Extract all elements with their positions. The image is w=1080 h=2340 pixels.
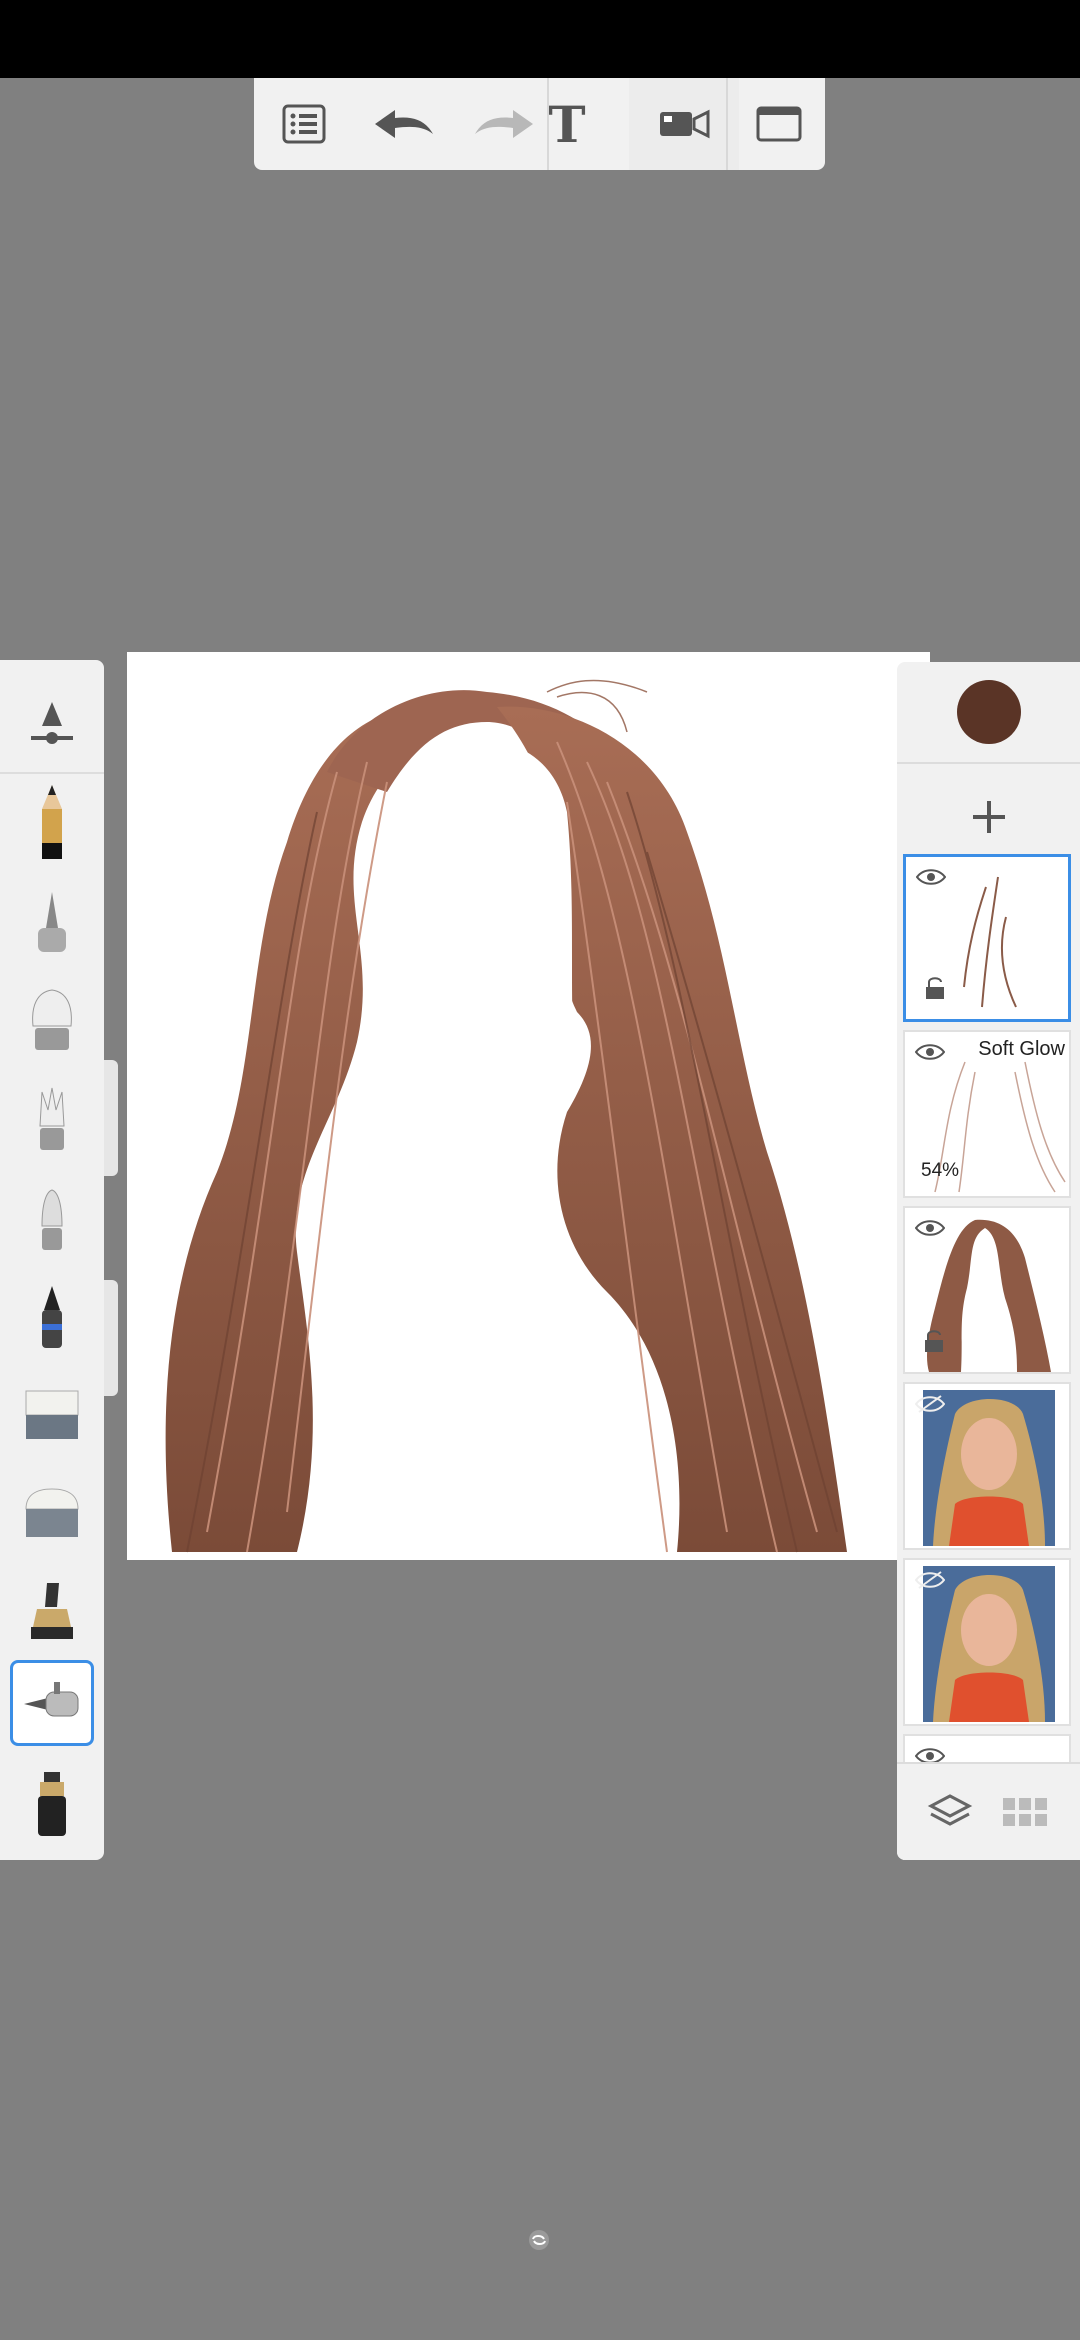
record-video-icon <box>660 109 710 139</box>
alpha-lock-icon <box>926 977 944 999</box>
list-icon <box>282 104 326 144</box>
marker-icon <box>42 1286 62 1348</box>
eye-hidden-icon[interactable] <box>915 1570 945 1590</box>
brush-palette <box>0 660 104 1860</box>
brush-divider <box>0 772 104 774</box>
brush-fine-pen[interactable] <box>10 1840 94 1860</box>
undo-button[interactable] <box>359 78 449 170</box>
brush-properties-button[interactable] <box>10 680 94 766</box>
layer-thumbnail[interactable] <box>903 1382 1071 1550</box>
brush-eraser[interactable] <box>10 1372 94 1458</box>
brush-ink-pen[interactable] <box>10 1760 94 1846</box>
fullscreen-icon <box>756 106 802 142</box>
fullscreen-button[interactable] <box>739 78 819 170</box>
toolbar-divider <box>547 78 549 170</box>
brush-ballpoint[interactable] <box>10 880 94 966</box>
palette-drag-handle[interactable] <box>104 1280 118 1396</box>
brush-airbrush[interactable] <box>10 1660 94 1746</box>
ballpoint-pen-icon <box>38 892 66 952</box>
status-bar <box>0 0 1080 78</box>
palette-drag-handle[interactable] <box>104 1060 118 1176</box>
pencil-icon <box>42 785 62 859</box>
text-button[interactable]: T <box>537 78 597 170</box>
hair-drawing <box>165 679 847 1560</box>
drawing-canvas[interactable] <box>127 652 930 1560</box>
layer-thumbnail[interactable] <box>903 1206 1071 1374</box>
brush-marker[interactable] <box>10 1274 94 1360</box>
color-picker-swatch[interactable] <box>957 680 1021 744</box>
layer-panel: Soft Glow 54% <box>897 662 1080 1860</box>
flat-brush-icon <box>41 1189 63 1250</box>
layer-thumbnail[interactable] <box>903 1558 1071 1726</box>
top-toolbar: T <box>254 78 825 170</box>
paint-brush-icon <box>32 989 72 1050</box>
layers-icon[interactable] <box>927 1792 973 1832</box>
layer-panel-footer <box>897 1762 1080 1860</box>
rotate-canvas-icon[interactable] <box>527 2228 551 2252</box>
brush-fan[interactable] <box>10 1078 94 1164</box>
redo-button[interactable] <box>459 78 549 170</box>
brush-flat[interactable] <box>10 1178 94 1264</box>
list-button[interactable] <box>264 78 344 170</box>
brush-settings-icon <box>31 702 73 744</box>
airbrush-icon <box>24 1682 79 1717</box>
eraser-icon <box>25 1390 79 1439</box>
fan-brush-icon <box>39 1087 65 1150</box>
brush-pencil[interactable] <box>10 780 94 866</box>
grid-icon[interactable] <box>1001 1796 1049 1828</box>
brush-soft-eraser[interactable] <box>10 1470 94 1556</box>
text-icon: T <box>548 94 586 154</box>
ink-pen-icon <box>38 1772 66 1836</box>
brush-smudge[interactable] <box>10 1568 94 1654</box>
plus-icon <box>972 801 1005 833</box>
soft-eraser-icon <box>25 1488 79 1537</box>
layer-thumbnail[interactable] <box>903 854 1071 1022</box>
brush-paint[interactable] <box>10 978 94 1064</box>
eye-hidden-icon[interactable] <box>915 1394 945 1414</box>
alpha-lock-icon <box>925 1330 943 1352</box>
record-button[interactable] <box>629 78 739 170</box>
layer-opacity: 54% <box>921 1160 960 1181</box>
redo-icon <box>475 110 533 138</box>
smudge-icon <box>31 1583 73 1639</box>
toolbar-divider <box>726 78 728 170</box>
layer-thumbnail[interactable]: Soft Glow 54% <box>903 1030 1071 1198</box>
undo-icon <box>375 110 433 138</box>
